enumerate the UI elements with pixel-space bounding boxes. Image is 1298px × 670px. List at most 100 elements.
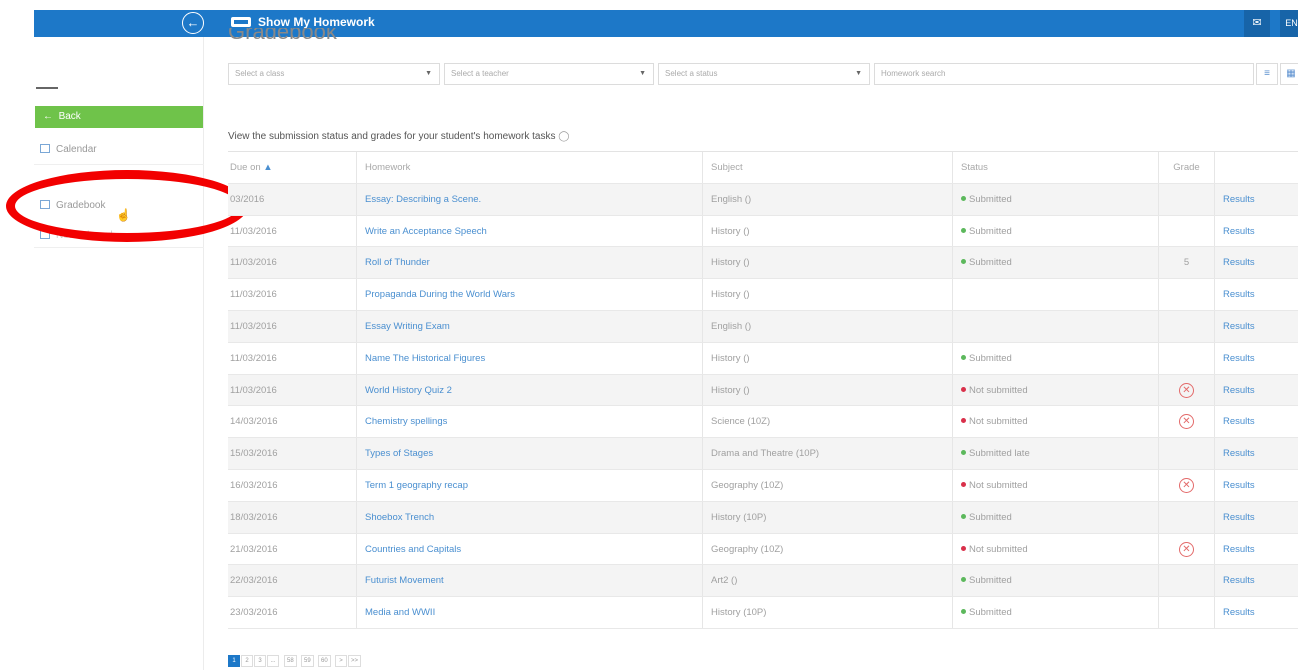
status-dot-icon xyxy=(961,386,966,392)
subject: History () xyxy=(702,247,952,279)
not-submitted-icon: ✕ xyxy=(1179,382,1194,398)
status-dot-icon xyxy=(961,609,966,615)
homework-link[interactable]: Essay: Describing a Scene. xyxy=(356,183,702,215)
due-date: 14/03/2016 xyxy=(230,416,278,428)
table-row: 11/03/2016 World History Quiz 2 History ()… xyxy=(228,374,1298,407)
results-link[interactable]: Results xyxy=(1214,247,1298,279)
grade: ✕ xyxy=(1158,406,1214,438)
subject: History (10P) xyxy=(702,597,952,628)
app-title[interactable]: Show My Homework xyxy=(258,15,375,29)
grade xyxy=(1158,183,1214,215)
page-button[interactable]: > xyxy=(335,655,347,667)
homework-link[interactable]: Essay Writing Exam xyxy=(356,310,702,342)
chevron-down-icon: ▼ xyxy=(425,70,432,77)
homework-link[interactable]: Write an Acceptance Speech xyxy=(356,215,702,247)
not-submitted-icon: ✕ xyxy=(1179,541,1194,557)
results-link[interactable]: Results xyxy=(1214,469,1298,501)
results-link[interactable]: Results xyxy=(1214,406,1298,438)
header-results xyxy=(1214,152,1298,183)
homework-link[interactable]: Propaganda During the World Wars xyxy=(356,279,702,310)
homework-link[interactable]: Countries and Capitals xyxy=(356,533,702,565)
sidebar-item-calendar[interactable]: Calendar xyxy=(40,144,97,155)
chevron-down-icon: ▼ xyxy=(639,70,646,77)
grade: ✕ xyxy=(1158,533,1214,565)
status-dot-icon xyxy=(961,577,966,583)
page-button[interactable]: 59 xyxy=(301,655,314,667)
back-button[interactable]: ← Back xyxy=(35,106,203,128)
table-row: 11/03/2016 Name The Historical Figures His… xyxy=(228,342,1298,375)
homework-link[interactable]: World History Quiz 2 xyxy=(356,374,702,406)
table-row: 14/03/2016 Chemistry spellings Science (10… xyxy=(228,406,1298,439)
grade xyxy=(1158,565,1214,597)
homework-link[interactable]: Name The Historical Figures xyxy=(356,342,702,374)
not-submitted-icon: ✕ xyxy=(1179,414,1194,430)
table-row: 11/03/2016 Roll of Thunder History () Submi… xyxy=(228,247,1298,280)
page-button[interactable]: 1 xyxy=(228,655,240,667)
page-button[interactable]: 60 xyxy=(318,655,331,667)
header-due-on[interactable]: Due on ▲ xyxy=(228,152,356,183)
page-button[interactable]: 2 xyxy=(241,655,253,667)
language-selector[interactable]: EN ▾ xyxy=(1280,10,1298,37)
chevron-down-icon: ▼ xyxy=(855,70,862,77)
page-title: Gradebook xyxy=(228,28,337,40)
class-select[interactable]: Select a class ▼ xyxy=(228,63,440,85)
homework-link[interactable]: Shoebox Trench xyxy=(356,501,702,533)
homework-link[interactable]: Term 1 geography recap xyxy=(356,469,702,501)
results-link[interactable]: Results xyxy=(1214,279,1298,310)
table-row: 11/03/2016 Propaganda During the World Wa… xyxy=(228,279,1298,311)
results-link[interactable]: Results xyxy=(1214,438,1298,469)
grade xyxy=(1158,438,1214,469)
homework-link[interactable]: Types of Stages xyxy=(356,438,702,469)
collapse-sidebar-icon[interactable]: ← xyxy=(182,12,204,34)
page-button[interactable]: 58 xyxy=(284,655,297,667)
due-date: 18/03/2016 xyxy=(230,511,278,523)
header-subject: Subject xyxy=(702,152,952,183)
grade xyxy=(1158,279,1214,310)
homework-search-input[interactable]: Homework search xyxy=(874,63,1254,85)
homework-link[interactable]: Media and WWII xyxy=(356,597,702,628)
due-date: 15/03/2016 xyxy=(230,448,278,460)
divider xyxy=(34,247,204,248)
not-submitted-icon: ✕ xyxy=(1179,477,1194,493)
results-link[interactable]: Results xyxy=(1214,183,1298,215)
homework-link[interactable]: Futurist Movement xyxy=(356,565,702,597)
subject: Drama and Theatre (10P) xyxy=(702,438,952,469)
results-link[interactable]: Results xyxy=(1214,533,1298,565)
status-dot-icon xyxy=(961,418,966,424)
table-body: 03/2016 Essay: Describing a Scene. English… xyxy=(228,183,1298,629)
status-badge: Not submitted xyxy=(952,374,1158,406)
subject: History () xyxy=(702,215,952,247)
page-button[interactable]: 3 xyxy=(254,655,266,667)
subject: History () xyxy=(702,279,952,310)
table-row: 03/2016 Essay: Describing a Scene. English… xyxy=(228,183,1298,216)
status-badge xyxy=(952,310,1158,342)
due-date: 11/03/2016 xyxy=(230,225,277,237)
homework-link[interactable]: Roll of Thunder xyxy=(356,247,702,279)
status-badge: Submitted xyxy=(952,501,1158,533)
results-link[interactable]: Results xyxy=(1214,310,1298,342)
results-link[interactable]: Results xyxy=(1214,374,1298,406)
announcements-icon[interactable]: ✉ xyxy=(1244,10,1270,37)
grade: 5 xyxy=(1158,247,1214,279)
grade xyxy=(1158,597,1214,628)
subject: Art2 () xyxy=(702,565,952,597)
grid-view-icon[interactable]: ▦ xyxy=(1280,63,1298,85)
page-button[interactable]: ... xyxy=(267,655,279,667)
teacher-select[interactable]: Select a teacher ▼ xyxy=(444,63,654,85)
results-link[interactable]: Results xyxy=(1214,215,1298,247)
due-date: 22/03/2016 xyxy=(230,575,278,587)
sort-up-icon: ▲ xyxy=(263,162,273,173)
results-link[interactable]: Results xyxy=(1214,597,1298,628)
results-link[interactable]: Results xyxy=(1214,501,1298,533)
subject: History () xyxy=(702,374,952,406)
status-dot-icon xyxy=(961,195,966,201)
due-date: 16/03/2016 xyxy=(230,479,278,491)
status-select[interactable]: Select a status ▼ xyxy=(658,63,870,85)
results-link[interactable]: Results xyxy=(1214,342,1298,374)
homework-link[interactable]: Chemistry spellings xyxy=(356,406,702,438)
list-view-icon[interactable]: ≡ xyxy=(1256,63,1278,85)
avatar xyxy=(36,87,58,89)
results-link[interactable]: Results xyxy=(1214,565,1298,597)
page-button[interactable]: >> xyxy=(348,655,362,667)
table-row: 16/03/2016 Term 1 geography recap Geograph… xyxy=(228,469,1298,502)
